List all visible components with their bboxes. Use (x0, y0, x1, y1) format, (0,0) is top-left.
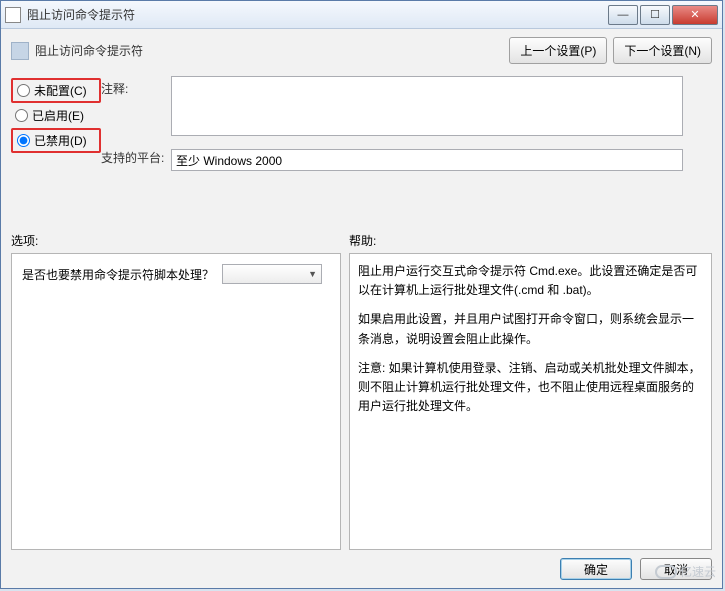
section-labels: 选项: 帮助: (11, 232, 712, 249)
option-question: 是否也要禁用命令提示符脚本处理？ (22, 266, 214, 283)
dialog-window: 阻止访问命令提示符 — ☐ ✕ 阻止访问命令提示符 上一个设置(P) 下一个设置… (0, 0, 723, 589)
cancel-button[interactable]: 取消 (640, 558, 712, 580)
comment-textarea[interactable] (171, 76, 683, 136)
options-panel: 是否也要禁用命令提示符脚本处理？ ▼ (11, 253, 341, 550)
panels-row: 是否也要禁用命令提示符脚本处理？ ▼ 阻止用户运行交互式命令提示符 Cmd.ex… (11, 253, 712, 550)
dialog-content: 阻止访问命令提示符 上一个设置(P) 下一个设置(N) 未配置(C) 已启用(E… (1, 29, 722, 588)
chevron-down-icon: ▼ (308, 269, 317, 279)
platform-label: 支持的平台: (101, 149, 171, 166)
radio-disabled-input[interactable] (17, 134, 30, 147)
dialog-footer: 确定 取消 (11, 558, 712, 580)
minimize-button[interactable]: — (608, 5, 638, 25)
next-setting-button[interactable]: 下一个设置(N) (613, 37, 712, 64)
ok-button[interactable]: 确定 (560, 558, 632, 580)
prev-setting-button[interactable]: 上一个设置(P) (509, 37, 607, 64)
titlebar[interactable]: 阻止访问命令提示符 — ☐ ✕ (1, 1, 722, 29)
comment-label: 注释: (101, 80, 171, 97)
help-paragraph: 阻止用户运行交互式命令提示符 Cmd.exe。此设置还确定是否可以在计算机上运行… (358, 262, 703, 300)
window-controls: — ☐ ✕ (608, 5, 718, 25)
page-title: 阻止访问命令提示符 (35, 42, 143, 59)
radio-disabled-label: 已禁用(D) (34, 132, 87, 149)
options-label: 选项: (11, 232, 349, 249)
help-label: 帮助: (349, 232, 712, 249)
option-select[interactable]: ▼ (222, 264, 322, 284)
platform-value: 至少 Windows 2000 (176, 152, 282, 169)
radio-enabled-label: 已启用(E) (32, 107, 84, 124)
help-paragraph: 如果启用此设置，并且用户试图打开命令窗口，则系统会显示一条消息，说明设置会阻止此… (358, 310, 703, 348)
policy-icon (11, 42, 29, 60)
config-area: 未配置(C) 已启用(E) 已禁用(D) 注释: 支持的平台: 至少 Windo… (11, 76, 712, 218)
help-paragraph: 注意: 如果计算机使用登录、注销、启动或关机批处理文件脚本，则不阻止计算机运行批… (358, 359, 703, 417)
radio-not-configured[interactable]: 未配置(C) (11, 78, 101, 103)
fields-column: 至少 Windows 2000 (171, 76, 712, 218)
radio-disabled[interactable]: 已禁用(D) (11, 128, 101, 153)
radio-not-configured-label: 未配置(C) (34, 82, 87, 99)
help-panel: 阻止用户运行交互式命令提示符 Cmd.exe。此设置还确定是否可以在计算机上运行… (349, 253, 712, 550)
platform-field: 至少 Windows 2000 (171, 149, 683, 171)
radio-column: 未配置(C) 已启用(E) 已禁用(D) (11, 76, 101, 218)
close-button[interactable]: ✕ (672, 5, 718, 25)
radio-enabled-input[interactable] (15, 109, 28, 122)
window-title: 阻止访问命令提示符 (27, 6, 608, 23)
header-row: 阻止访问命令提示符 上一个设置(P) 下一个设置(N) (11, 37, 712, 64)
maximize-button[interactable]: ☐ (640, 5, 670, 25)
app-icon (5, 7, 21, 23)
radio-enabled[interactable]: 已启用(E) (11, 105, 101, 126)
field-labels-column: 注释: 支持的平台: (101, 76, 171, 218)
radio-not-configured-input[interactable] (17, 84, 30, 97)
option-row: 是否也要禁用命令提示符脚本处理？ ▼ (22, 264, 330, 284)
